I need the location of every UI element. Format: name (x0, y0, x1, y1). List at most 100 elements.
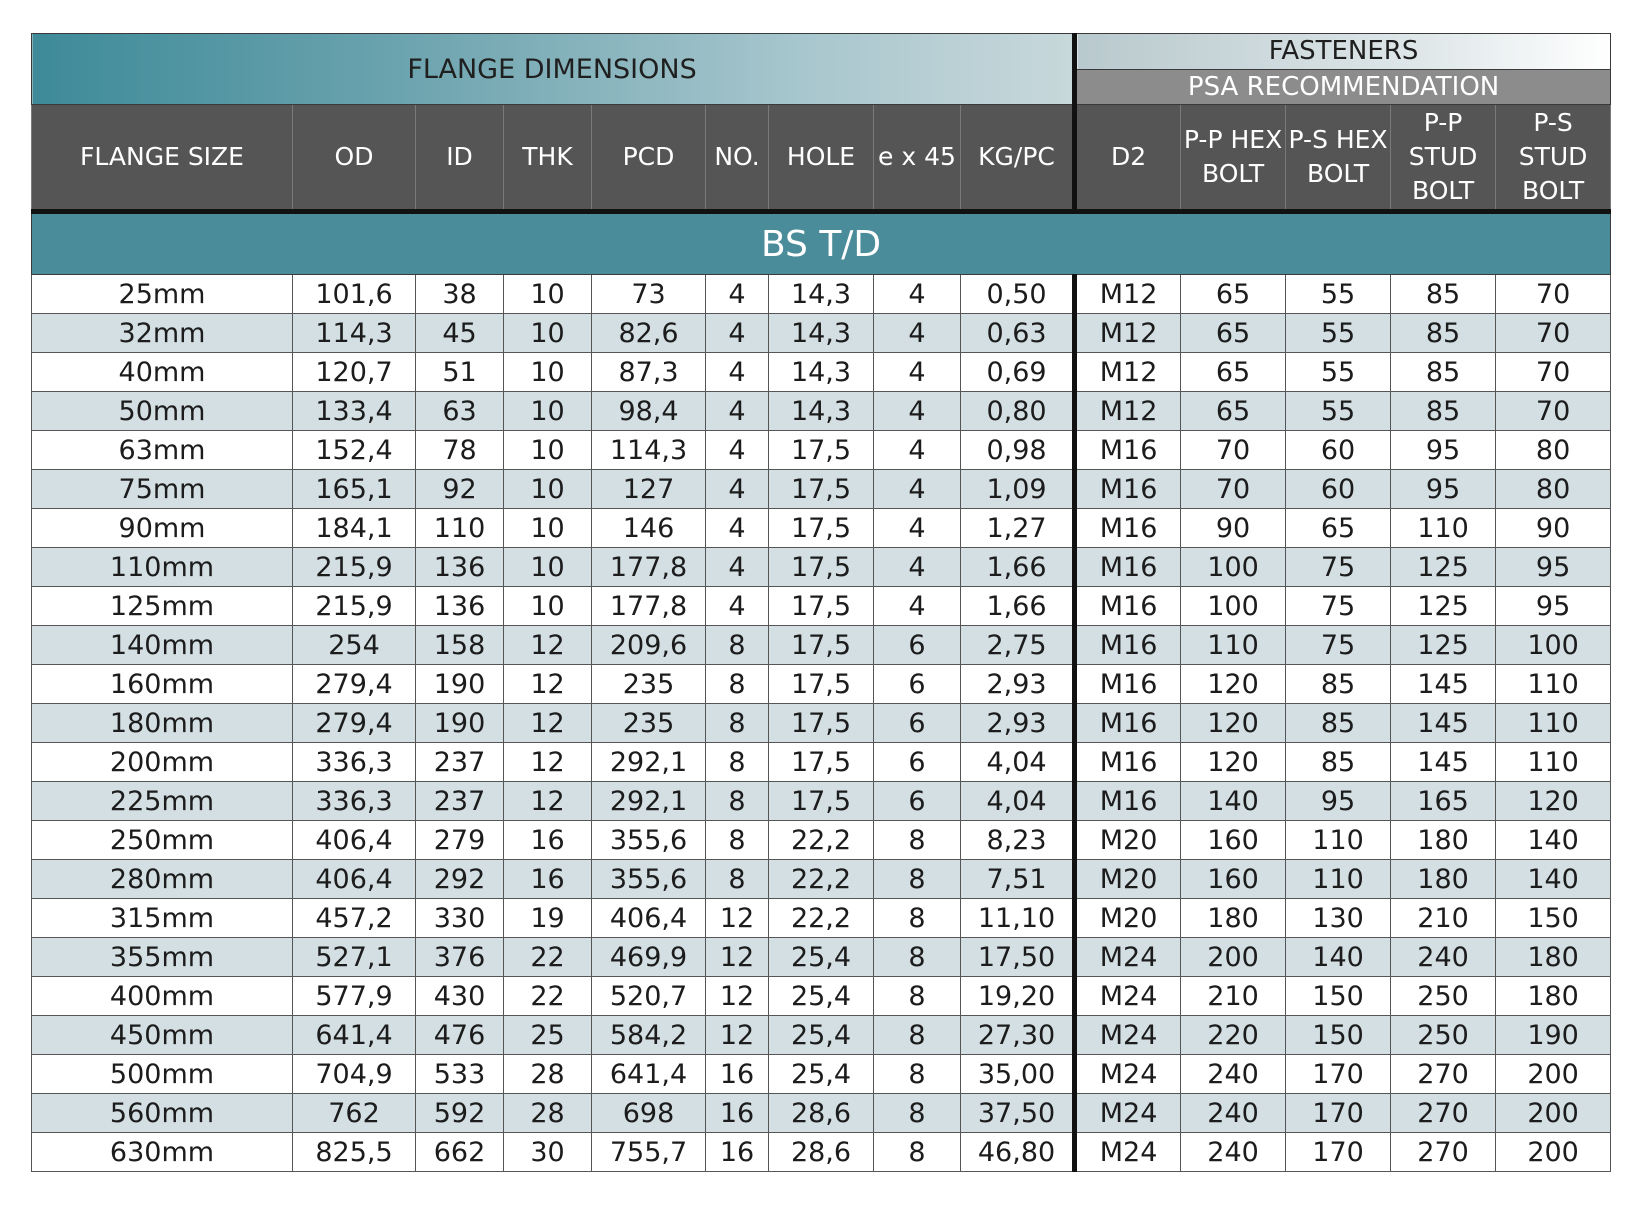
flange-spec-sheet: FLANGE DIMENSIONS FASTENERS PSA RECOMMEN… (30, 33, 1612, 1172)
table-row: 500mm 704,9 533 28 641,4 16 25,4 8 35,00 M24 240 17… (31, 1054, 1612, 1094)
cell-e45: 8 (873, 976, 961, 1016)
cell-pp-stud-bolt: 110 (1390, 508, 1497, 548)
cell-pp-hex-bolt: 240 (1180, 1093, 1287, 1133)
cell-no: 8 (705, 742, 769, 782)
cell-d2: M16 (1072, 664, 1182, 704)
cell-no: 12 (705, 937, 769, 977)
cell-kgpc: 2,93 (959, 703, 1076, 743)
cell-no: 12 (705, 976, 769, 1016)
cell-id: 63 (415, 391, 504, 431)
cell-d2: M24 (1072, 937, 1182, 977)
cell-e45: 8 (873, 937, 961, 977)
cell-kgpc: 4,04 (959, 781, 1076, 821)
col-no: NO. (705, 104, 769, 214)
cell-d2: M16 (1072, 625, 1182, 665)
cell-od: 641,4 (292, 1015, 416, 1055)
cell-e45: 8 (873, 859, 961, 899)
cell-e45: 4 (873, 274, 961, 314)
cell-kgpc: 37,50 (959, 1093, 1076, 1133)
cell-pcd: 469,9 (591, 937, 706, 977)
cell-id: 279 (415, 820, 504, 860)
cell-flange-size: 125mm (31, 586, 293, 626)
cell-thk: 10 (503, 586, 592, 626)
cell-ps-stud-bolt: 70 (1495, 313, 1612, 353)
cell-ps-hex-bolt: 85 (1285, 664, 1392, 704)
cell-pcd: 235 (591, 664, 706, 704)
cell-pcd: 146 (591, 508, 706, 548)
cell-pp-hex-bolt: 120 (1180, 742, 1287, 782)
cell-id: 136 (415, 586, 504, 626)
col-pp-stud-bolt: P-P STUD BOLT (1390, 104, 1497, 214)
cell-pcd: 87,3 (591, 352, 706, 392)
cell-ps-hex-bolt: 170 (1285, 1054, 1392, 1094)
cell-no: 4 (705, 313, 769, 353)
cell-d2: M12 (1072, 274, 1182, 314)
cell-id: 330 (415, 898, 504, 938)
cell-ps-hex-bolt: 65 (1285, 508, 1392, 548)
cell-hole: 14,3 (768, 391, 874, 431)
cell-hole: 28,6 (768, 1132, 874, 1172)
cell-hole: 25,4 (768, 1015, 874, 1055)
table-row: 280mm 406,4 292 16 355,6 8 22,2 8 7,51 M20 160 110 1… (31, 859, 1612, 899)
cell-od: 704,9 (292, 1054, 416, 1094)
cell-d2: M20 (1072, 820, 1182, 860)
cell-ps-hex-bolt: 110 (1285, 820, 1392, 860)
cell-od: 101,6 (292, 274, 416, 314)
cell-pp-stud-bolt: 95 (1390, 430, 1497, 470)
cell-no: 4 (705, 469, 769, 509)
cell-flange-size: 25mm (31, 274, 293, 314)
cell-hole: 17,5 (768, 469, 874, 509)
cell-flange-size: 225mm (31, 781, 293, 821)
table-row: 250mm 406,4 279 16 355,6 8 22,2 8 8,23 M20 160 110 1… (31, 820, 1612, 860)
cell-ps-stud-bolt: 95 (1495, 547, 1612, 587)
cell-no: 16 (705, 1054, 769, 1094)
cell-no: 8 (705, 703, 769, 743)
cell-kgpc: 7,51 (959, 859, 1076, 899)
col-pcd: PCD (591, 104, 706, 214)
table-row: 90mm 184,1 110 10 146 4 17,5 4 1,27 M16 90 65 110 90 (31, 508, 1612, 548)
cell-pcd: 406,4 (591, 898, 706, 938)
cell-pp-stud-bolt: 125 (1390, 625, 1497, 665)
cell-ps-stud-bolt: 190 (1495, 1015, 1612, 1055)
cell-pp-stud-bolt: 180 (1390, 820, 1497, 860)
cell-pp-stud-bolt: 270 (1390, 1132, 1497, 1172)
cell-flange-size: 110mm (31, 547, 293, 587)
cell-ps-hex-bolt: 55 (1285, 352, 1392, 392)
cell-od: 406,4 (292, 820, 416, 860)
cell-ps-stud-bolt: 70 (1495, 391, 1612, 431)
cell-kgpc: 1,66 (959, 586, 1076, 626)
cell-hole: 14,3 (768, 274, 874, 314)
table-row: 25mm 101,6 38 10 73 4 14,3 4 0,50 M12 65 55 85 70 (31, 274, 1612, 314)
cell-pp-hex-bolt: 70 (1180, 430, 1287, 470)
cell-pcd: 114,3 (591, 430, 706, 470)
cell-pp-hex-bolt: 100 (1180, 586, 1287, 626)
cell-flange-size: 355mm (31, 937, 293, 977)
cell-pcd: 177,8 (591, 547, 706, 587)
table-row: 200mm 336,3 237 12 292,1 8 17,5 6 4,04 M16 120 85 14… (31, 742, 1612, 782)
table-row: 315mm 457,2 330 19 406,4 12 22,2 8 11,10 M20 180 13… (31, 898, 1612, 938)
cell-thk: 12 (503, 625, 592, 665)
cell-thk: 28 (503, 1054, 592, 1094)
cell-d2: M16 (1072, 586, 1182, 626)
cell-id: 38 (415, 274, 504, 314)
cell-ps-stud-bolt: 110 (1495, 742, 1612, 782)
cell-e45: 4 (873, 313, 961, 353)
cell-ps-stud-bolt: 140 (1495, 859, 1612, 899)
cell-hole: 14,3 (768, 352, 874, 392)
cell-od: 120,7 (292, 352, 416, 392)
cell-od: 762 (292, 1093, 416, 1133)
table-row: 180mm 279,4 190 12 235 8 17,5 6 2,93 M16 120 85 145 1… (31, 703, 1612, 743)
cell-kgpc: 0,80 (959, 391, 1076, 431)
cell-e45: 8 (873, 1015, 961, 1055)
cell-e45: 8 (873, 1093, 961, 1133)
cell-id: 533 (415, 1054, 504, 1094)
cell-pp-hex-bolt: 65 (1180, 313, 1287, 353)
cell-pp-stud-bolt: 240 (1390, 937, 1497, 977)
col-flange-size: FLANGE SIZE (31, 104, 293, 214)
table-row: 630mm 825,5 662 30 755,7 16 28,6 8 46,80 M24 240 17… (31, 1132, 1612, 1172)
cell-e45: 4 (873, 391, 961, 431)
cell-pp-stud-bolt: 95 (1390, 469, 1497, 509)
cell-flange-size: 63mm (31, 430, 293, 470)
cell-kgpc: 1,27 (959, 508, 1076, 548)
cell-flange-size: 200mm (31, 742, 293, 782)
